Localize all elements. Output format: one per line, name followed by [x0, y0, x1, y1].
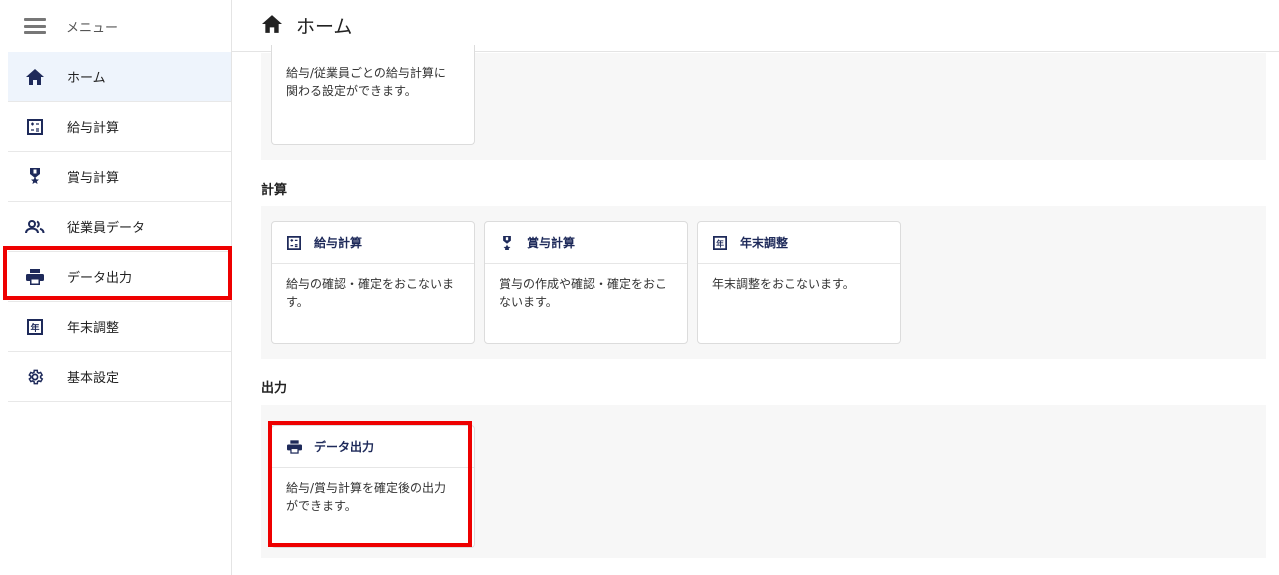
calc-section: 給与計算 給与の確認・確定をおこないま す。 賞与計算 賞与の作成や確認・確定を… — [261, 206, 1266, 359]
sidebar-item-label: 年末調整 — [67, 321, 120, 336]
card-title: 給与計算 — [314, 236, 363, 250]
card-description: 給与/賞与計算を確定後の出力 ができます。 — [286, 481, 447, 513]
svg-text:年: 年 — [716, 238, 724, 248]
card-description: 給与の確認・確定をおこないま す。 — [286, 277, 455, 309]
year-icon: 年 — [25, 317, 45, 337]
calculator-icon — [25, 117, 45, 137]
medal-icon — [499, 235, 515, 251]
printer-icon — [286, 439, 302, 455]
settings-section: 給与/従業員ごとの給与計算に 関わる設定ができます。 — [261, 45, 1266, 160]
sidebar-item-label: 賞与計算 — [67, 171, 120, 186]
card-title: データ出力 — [314, 440, 375, 454]
bonus-card[interactable]: 賞与計算 賞与の作成や確認・確定をおこ ないます。 — [484, 221, 688, 344]
section-title-output: 出力 — [261, 381, 288, 396]
section-title-calc: 計算 — [261, 183, 288, 198]
menu-header: メニュー — [0, 0, 231, 52]
hamburger-menu-icon[interactable] — [24, 18, 46, 34]
sidebar-item-home[interactable]: ホーム — [8, 52, 231, 102]
card-description: 年末調整をおこないます。 — [712, 277, 855, 291]
svg-text:年: 年 — [30, 322, 39, 334]
home-icon — [25, 67, 45, 87]
page-title: ホーム — [296, 16, 353, 38]
card-title: 賞与計算 — [527, 236, 576, 250]
home-icon — [262, 14, 282, 37]
sidebar-item-data-output[interactable]: データ出力 — [8, 252, 231, 302]
card-description: 賞与の作成や確認・確定をおこ ないます。 — [499, 277, 668, 309]
sidebar-item-label: 従業員データ — [67, 221, 146, 236]
medal-icon — [25, 167, 45, 187]
settings-card[interactable]: 給与/従業員ごとの給与計算に 関わる設定ができます。 — [271, 45, 475, 145]
sidebar-item-payroll[interactable]: 給与計算 — [8, 102, 231, 152]
sidebar-item-settings[interactable]: 基本設定 — [8, 352, 231, 402]
card-title: 年末調整 — [740, 236, 789, 250]
people-icon — [25, 217, 45, 237]
sidebar-item-employees[interactable]: 従業員データ — [8, 202, 231, 252]
year-icon: 年 — [712, 235, 728, 251]
sidebar-nav: ホーム 給与計算 賞与計算 従業員データ データ出力 年 年末調整 基本設定 — [8, 52, 231, 402]
sidebar-item-label: 給与計算 — [67, 121, 120, 136]
gear-icon — [25, 367, 45, 387]
card-description: 給与/従業員ごとの給与計算に 関わる設定ができます。 — [286, 66, 446, 98]
payroll-card[interactable]: 給与計算 給与の確認・確定をおこないま す。 — [271, 221, 475, 344]
calculator-icon — [286, 235, 302, 251]
sidebar: メニュー ホーム 給与計算 賞与計算 従業員データ データ出力 年 年末調整 基… — [0, 0, 232, 575]
sidebar-item-bonus[interactable]: 賞与計算 — [8, 152, 231, 202]
sidebar-item-label: データ出力 — [67, 271, 133, 286]
year-end-card[interactable]: 年 年末調整 年末調整をおこないます。 — [697, 221, 901, 344]
main-content: 給与/従業員ごとの給与計算に 関わる設定ができます。 計算 給与計算 給与の確認… — [232, 45, 1279, 575]
printer-icon — [25, 267, 45, 287]
sidebar-item-year-end[interactable]: 年 年末調整 — [8, 302, 231, 352]
menu-label: メニュー — [66, 20, 119, 36]
data-output-card[interactable]: データ出力 給与/賞与計算を確定後の出力 ができます。 — [271, 425, 475, 548]
sidebar-item-label: ホーム — [67, 71, 106, 86]
output-section: データ出力 給与/賞与計算を確定後の出力 ができます。 — [261, 405, 1266, 558]
sidebar-item-label: 基本設定 — [67, 371, 120, 386]
